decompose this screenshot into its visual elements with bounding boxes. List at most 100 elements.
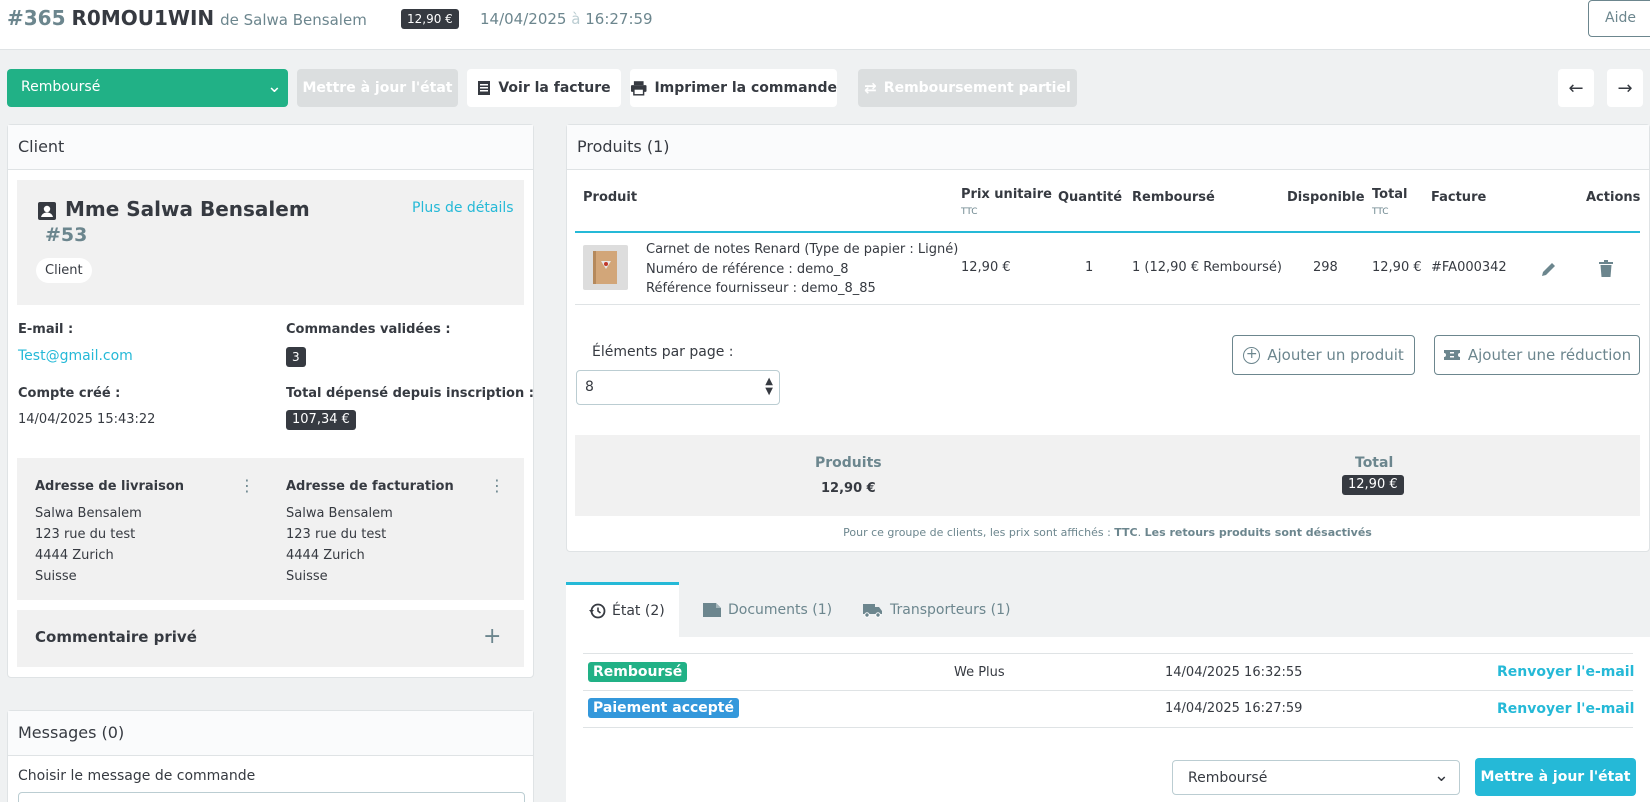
col-unit-price-label: Prix unitaire (961, 187, 1052, 202)
partial-refund-label: Remboursement partiel (883, 80, 1071, 96)
arrow-right-icon: → (1617, 77, 1633, 99)
history-status-badge: Paiement accepté (588, 698, 739, 718)
summary-total-label: Total (1355, 455, 1394, 471)
col-total-label: Total (1372, 187, 1408, 202)
shipping-line: Suisse (35, 569, 77, 584)
product-details[interactable]: Carnet de notes Renard (Type de papier :… (646, 240, 958, 299)
history-divider (583, 690, 1633, 691)
product-invoice: #FA000342 (1431, 260, 1507, 275)
shipping-line: 123 rue du test (35, 527, 136, 542)
view-invoice-button[interactable]: Voir la facture (467, 69, 621, 107)
history-icon (589, 603, 606, 619)
view-invoice-label: Voir la facture (498, 80, 611, 96)
price-note-returns: Les retours produits sont désactivés (1144, 526, 1372, 539)
billing-menu-icon[interactable]: ⋮ (489, 476, 505, 495)
previous-order-button[interactable]: ← (1558, 69, 1594, 107)
print-order-label: Imprimer la commande (654, 80, 837, 96)
tab-documents[interactable]: Documents (1) (700, 582, 832, 637)
swap-icon: ⇄ (864, 79, 877, 97)
col-actions: Actions (1586, 190, 1641, 205)
add-product-label: Ajouter un produit (1267, 346, 1404, 364)
summary-total-badge: 12,90 € (1342, 475, 1404, 495)
client-id: #53 (45, 224, 88, 246)
add-discount-label: Ajouter une réduction (1467, 346, 1632, 364)
add-product-button[interactable]: + Ajouter un produit (1232, 335, 1415, 375)
history-date: 14/04/2025 16:27:59 (1165, 701, 1303, 716)
tab-state[interactable]: État (2) (566, 582, 679, 637)
history-divider (583, 653, 1633, 654)
private-comment-box[interactable]: Commentaire privé + (17, 610, 524, 667)
product-quantity: 1 (1085, 260, 1094, 275)
client-group-badge: Client (36, 258, 92, 283)
next-order-button[interactable]: → (1607, 69, 1643, 107)
plus-icon[interactable]: + (483, 624, 501, 649)
account-created-label: Compte créé : (18, 386, 121, 401)
order-total-badge: 12,90 € (401, 9, 459, 29)
validated-orders-label: Commandes validées : (286, 322, 451, 337)
order-reference: R0MOU1WIN (71, 6, 215, 30)
more-details-link[interactable]: Plus de détails (412, 200, 514, 216)
account-created-value: 14/04/2025 15:43:22 (18, 412, 156, 427)
shipping-line: 4444 Zurich (35, 548, 114, 563)
order-title: #365 R0MOU1WIN de Salwa Bensalem (7, 6, 367, 30)
shipping-address-title: Adresse de livraison (35, 479, 185, 494)
tab-documents-label: Documents (1) (728, 601, 833, 618)
col-available: Disponible (1287, 190, 1365, 205)
per-page-value: 8 (585, 379, 594, 395)
print-order-button[interactable]: Imprimer la commande (630, 69, 837, 107)
truck-icon (863, 603, 882, 618)
resend-email-link[interactable]: Renvoyer l'e-mail (1497, 701, 1634, 717)
order-status-select[interactable]: Remboursé ⌄ (7, 69, 288, 107)
order-date: 14/04/2025 à 16:27:59 (480, 10, 653, 28)
partial-refund-button[interactable]: ⇄ Remboursement partiel (858, 69, 1077, 107)
update-state-button[interactable]: Mettre à jour l'état (297, 69, 458, 107)
total-spent-badge: 107,34 € (286, 410, 356, 430)
col-total: Total TTC (1372, 187, 1408, 217)
product-available: 298 (1313, 260, 1338, 275)
new-state-select[interactable]: Remboursé ⌄ (1172, 760, 1460, 795)
price-note-ttc: TTC (1114, 526, 1138, 539)
tab-state-label: État (2) (612, 603, 665, 619)
col-refunded: Remboursé (1132, 190, 1215, 205)
products-card-title: Produits (1) (567, 125, 1649, 170)
client-summary: Mme Salwa Bensalem #53 Plus de détails C… (17, 180, 524, 305)
order-message-select[interactable] (18, 792, 525, 802)
col-product: Produit (583, 190, 638, 205)
product-unit-price: 12,90 € (961, 260, 1011, 275)
chevron-down-icon: ⌄ (1433, 765, 1449, 786)
chevron-down-icon: ⌄ (266, 76, 282, 97)
new-state-value: Remboursé (1188, 770, 1268, 786)
billing-line: Suisse (286, 569, 328, 584)
shipping-menu-icon[interactable]: ⋮ (239, 476, 255, 495)
help-button[interactable]: Aide (1588, 0, 1650, 37)
page-header: #365 R0MOU1WIN de Salwa Bensalem 12,90 €… (0, 0, 1650, 50)
client-email-link[interactable]: Test@gmail.com (18, 348, 133, 364)
history-divider (583, 727, 1633, 728)
messages-card: Messages (0) Choisir le message de comma… (7, 710, 534, 802)
choose-message-label: Choisir le message de commande (18, 768, 256, 784)
price-note: Pour ce groupe de clients, les prix sont… (843, 526, 1372, 539)
row-divider (575, 304, 1640, 305)
billing-address: Salwa Bensalem 123 rue du test 4444 Zuri… (286, 503, 393, 587)
history-employee: We Plus (954, 665, 1005, 680)
ticket-icon (1443, 350, 1460, 360)
col-quantity: Quantité (1058, 190, 1123, 205)
billing-line: Salwa Bensalem (286, 506, 393, 521)
per-page-select[interactable]: 8 ▲ ▼ (576, 370, 780, 405)
update-state-submit-button[interactable]: Mettre à jour l'état (1475, 758, 1636, 796)
validated-orders-badge: 3 (286, 347, 306, 367)
billing-line: 123 rue du test (286, 527, 387, 542)
resend-email-link[interactable]: Renvoyer l'e-mail (1497, 664, 1634, 680)
per-page-label: Éléments par page : (592, 344, 734, 360)
trash-icon[interactable] (1598, 260, 1614, 278)
edit-pencil-icon[interactable] (1540, 260, 1558, 278)
arrow-left-icon: ← (1568, 77, 1584, 99)
tab-carriers[interactable]: Transporteurs (1) (862, 582, 1011, 637)
order-number: #365 (7, 6, 66, 30)
history-date: 14/04/2025 16:32:55 (1165, 665, 1303, 680)
add-discount-button[interactable]: Ajouter une réduction (1434, 335, 1640, 375)
billing-address-title: Adresse de facturation (286, 479, 454, 494)
col-total-sub: TTC (1372, 207, 1389, 217)
printer-icon (630, 81, 647, 96)
order-date-time: 16:27:59 (585, 10, 653, 28)
